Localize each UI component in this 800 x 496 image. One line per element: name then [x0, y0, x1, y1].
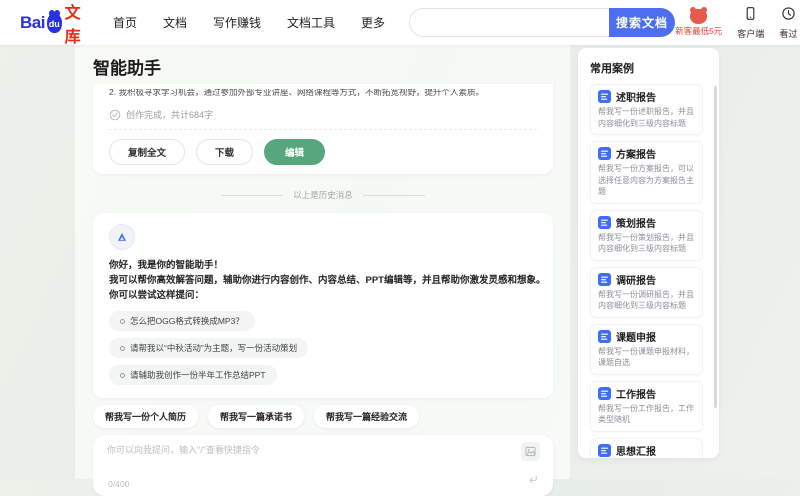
- suggestion-pill-halfyear-ppt[interactable]: 请辅助我创作一份半年工作总结PPT: [109, 365, 277, 385]
- nav-item-home[interactable]: 首页: [113, 14, 137, 31]
- promo-mascot-icon: [690, 9, 707, 24]
- status-text: 创作完成，共计684字: [126, 108, 213, 121]
- clipped-message-text: 2. 我积极寻求学习机会，通过参加外部专业讲座、网络课程等方式，不断拓宽视野，提…: [109, 89, 537, 100]
- message-actions: 复制全文 下载 编辑: [109, 139, 537, 165]
- welcome-line-1: 你好，我是你的智能助手！: [109, 258, 537, 273]
- viewed-label: 看过: [779, 27, 797, 40]
- case-card-shuzhi-report[interactable]: 述职报告 帮我写一份述职报告，并且内容细化到三级内容标题: [590, 84, 703, 135]
- main-nav: 首页 文档 写作赚钱 文档工具 更多: [113, 14, 385, 31]
- copy-all-button[interactable]: 复制全文: [109, 139, 185, 165]
- sidebar-title: 常用案例: [590, 60, 707, 76]
- ring-bullet-icon: [120, 373, 125, 378]
- divider-line-right: [363, 195, 425, 196]
- assistant-avatar-icon: [109, 224, 135, 250]
- case-card-keti-apply[interactable]: 课题申报 帮我写一份课题申报材料，课题自选: [590, 324, 703, 375]
- nav-item-tools[interactable]: 文档工具: [287, 14, 335, 31]
- case-card-gongzuo-report[interactable]: 工作报告 帮我写一份工作报告，工作类型随机: [590, 381, 703, 432]
- download-button[interactable]: 下载: [196, 139, 253, 165]
- enter-key-icon: [526, 473, 539, 491]
- quick-prompt-experience[interactable]: 帮我写一篇经验交流: [314, 405, 419, 428]
- doc-icon: [598, 90, 611, 103]
- case-card-diaoyan-report[interactable]: 调研报告 帮我写一份调研报告，并且内容细化到三级内容标题: [590, 267, 703, 318]
- clock-icon: [781, 6, 796, 26]
- promo-entry[interactable]: 新客最低5元: [675, 9, 722, 37]
- history-divider: 以上是历史消息: [93, 189, 553, 201]
- case-card-sixiang-report[interactable]: 思想汇报 帮我写一份思想汇报: [590, 438, 703, 459]
- ring-bullet-icon: [120, 319, 125, 324]
- top-navbar: Bai du 文库 首页 文档 写作赚钱 文档工具 更多 搜索文档 新客最低5元…: [0, 0, 800, 45]
- doc-icon: [598, 273, 611, 286]
- client-label: 客户端: [737, 27, 764, 40]
- case-card-fangan-report[interactable]: 方案报告 帮我写一份方案报告，可以选择任意内容为方案报告主题: [590, 141, 703, 204]
- case-card-cehua-report[interactable]: 策划报告 帮我写一份策划报告，并且内容细化到三级内容标题: [590, 210, 703, 261]
- phone-icon: [743, 6, 758, 26]
- doc-icon: [598, 216, 611, 229]
- divider-line-left: [221, 195, 283, 196]
- welcome-message-card: 你好，我是你的智能助手！ 我可以帮你高效解答问题，辅助你进行内容创作、内容总结、…: [93, 213, 553, 398]
- doc-icon: [598, 330, 611, 343]
- welcome-line-2: 我可以帮你高效解答问题，辅助你进行内容创作、内容总结、PPT编辑等，并且帮助你激…: [109, 273, 537, 288]
- client-entry[interactable]: 客户端: [737, 6, 764, 40]
- char-counter: 0/400: [108, 479, 129, 489]
- suggestion-pill-midautumn-plan[interactable]: 请帮我以“中秋活动”为主题，写一份活动策划: [109, 338, 308, 358]
- nav-item-earn[interactable]: 写作赚钱: [213, 14, 261, 31]
- history-message-card: 2. 我积极寻求学习机会，通过参加外部专业讲座、网络课程等方式，不断拓宽视野，提…: [93, 84, 553, 174]
- image-upload-button[interactable]: [521, 442, 540, 461]
- viewed-entry[interactable]: 看过: [779, 6, 797, 40]
- search-input[interactable]: [409, 8, 609, 37]
- image-icon: [525, 446, 536, 457]
- baidu-wenku-logo[interactable]: Bai du 文库: [20, 0, 87, 47]
- check-circle-icon: [109, 109, 121, 121]
- common-cases-panel: 常用案例 述职报告 帮我写一份述职报告，并且内容细化到三级内容标题 方案报告 帮…: [578, 48, 719, 458]
- generation-status: 创作完成，共计684字: [109, 108, 537, 121]
- chat-panel: 智能助手 2. 我积极寻求学习机会，通过参加外部专业讲座、网络课程等方式，不断拓…: [75, 45, 570, 479]
- nav-item-docs[interactable]: 文档: [163, 14, 187, 31]
- welcome-text: 你好，我是你的智能助手！ 我可以帮你高效解答问题，辅助你进行内容创作、内容总结、…: [109, 258, 537, 303]
- suggestion-list: 怎么把OGG格式转换成MP3？ 请帮我以“中秋活动”为主题，写一份活动策划 请辅…: [109, 311, 537, 385]
- quick-prompt-commitment[interactable]: 帮我写一篇承诺书: [208, 405, 304, 428]
- nav-item-more[interactable]: 更多: [361, 14, 385, 31]
- welcome-line-3: 你可以尝试这样提问：: [109, 288, 537, 303]
- promo-label: 新客最低5元: [675, 25, 722, 37]
- logo-bai-text: Bai: [20, 13, 45, 33]
- dashed-divider: [109, 129, 537, 130]
- baidu-paw-icon: du: [47, 13, 62, 33]
- search-bar: 搜索文档: [409, 8, 675, 37]
- edit-button[interactable]: 编辑: [264, 139, 325, 165]
- doc-icon: [598, 387, 611, 400]
- history-divider-text: 以上是历史消息: [293, 189, 353, 201]
- ring-bullet-icon: [120, 346, 125, 351]
- composer-box: 0/400: [93, 435, 553, 496]
- search-button[interactable]: 搜索文档: [609, 8, 675, 37]
- doc-icon: [598, 444, 611, 457]
- quick-prompt-resume[interactable]: 帮我写一份个人简历: [93, 405, 198, 428]
- logo-wenku-text: 文库: [65, 0, 87, 47]
- quick-prompt-row: 帮我写一份个人简历 帮我写一篇承诺书 帮我写一篇经验交流: [93, 405, 553, 428]
- header-actions: 新客最低5元 客户端 看过: [675, 6, 800, 40]
- doc-icon: [598, 147, 611, 160]
- suggestion-pill-ogg-mp3[interactable]: 怎么把OGG格式转换成MP3？: [109, 311, 255, 331]
- sidebar-scrollbar[interactable]: [714, 86, 717, 408]
- page-title: 智能助手: [93, 54, 553, 79]
- case-list: 述职报告 帮我写一份述职报告，并且内容细化到三级内容标题 方案报告 帮我写一份方…: [590, 84, 703, 458]
- message-input[interactable]: [107, 443, 497, 473]
